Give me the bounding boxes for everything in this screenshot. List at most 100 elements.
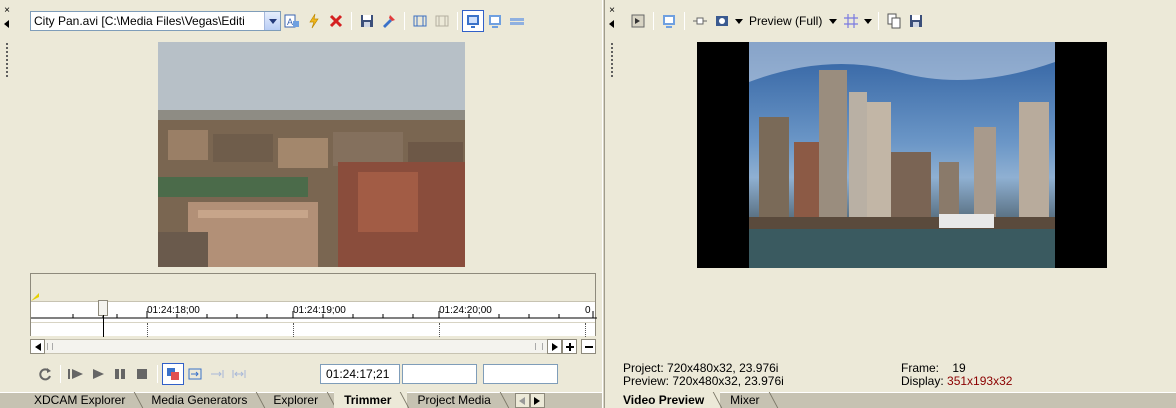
tab-label: Project Media [417, 393, 491, 407]
pause-icon[interactable] [109, 363, 131, 385]
timeline-track[interactable] [31, 315, 595, 337]
preview-value: 720x480x32, 23.976i [672, 374, 784, 388]
chevron-down-icon[interactable] [862, 10, 874, 32]
dock-arrow-icon[interactable] [609, 20, 614, 28]
properties-icon[interactable] [627, 10, 649, 32]
save-snapshot-icon[interactable] [905, 10, 927, 32]
toolbar-separator [60, 365, 61, 383]
tab-scroll-right-icon[interactable] [529, 393, 545, 408]
play-from-start-icon[interactable] [65, 363, 87, 385]
save-icon[interactable] [356, 10, 378, 32]
tab-scroll-left-icon[interactable] [514, 393, 530, 408]
toolbar-separator [351, 12, 352, 30]
add-up-to-cursor-icon [206, 363, 228, 385]
frame-value: 19 [952, 361, 966, 375]
frame-label: Frame: [901, 361, 940, 375]
timeline-ruler[interactable]: 01:24:18;00 01:24:19;00 01:24:20;00 0 [31, 300, 597, 322]
close-dock-icon[interactable]: × [607, 6, 617, 16]
toolbar-separator [684, 12, 685, 30]
scroll-track[interactable] [45, 339, 547, 354]
ruler-tick-label: 0 [585, 305, 591, 316]
toolbar-separator [404, 12, 405, 30]
zoom-out-icon[interactable] [581, 339, 596, 354]
tab-label: Trimmer [344, 393, 392, 407]
playhead-cursor[interactable] [103, 315, 104, 337]
video-preview-window: × Preview (Full) Project: 720x480x32, 23… [605, 0, 1176, 408]
chevron-down-icon[interactable] [826, 10, 840, 32]
loop-icon[interactable] [34, 363, 56, 385]
tab-label: Media Generators [151, 393, 248, 407]
scroll-right-icon[interactable] [547, 339, 562, 354]
project-value: 720x480x32, 23.976i [667, 361, 779, 375]
tab-mixer[interactable]: Mixer [720, 392, 778, 408]
trimmer-video-frame [158, 42, 465, 267]
ruler-tick-label: 01:24:19;00 [293, 305, 346, 316]
tab-xdcam-explorer[interactable]: XDCAM Explorer [8, 392, 144, 408]
toolbar-separator [653, 12, 654, 30]
svg-text:A: A [287, 17, 293, 27]
playhead-handle[interactable] [98, 300, 108, 316]
grip-handle[interactable] [5, 42, 9, 78]
toolbar-separator [457, 12, 458, 30]
flash-icon[interactable] [303, 10, 325, 32]
play-icon[interactable] [87, 363, 109, 385]
grid-line [585, 323, 586, 337]
zoom-in-icon[interactable] [562, 339, 577, 354]
toolbar-separator [878, 12, 880, 30]
video-fx-icon[interactable] [689, 10, 711, 32]
media-combo-value: City Pan.avi [C:\Media Files\Vegas\Editi [34, 14, 245, 28]
grid-line [293, 323, 294, 337]
timeline-region-bar[interactable] [31, 274, 595, 302]
grid-line [439, 323, 440, 337]
selection-end-field[interactable] [483, 364, 558, 384]
preview-video-frame [697, 42, 1107, 268]
tab-project-media[interactable]: Project Media [407, 392, 510, 408]
tag-icon[interactable] [378, 10, 400, 32]
scroll-thumb[interactable] [47, 343, 53, 350]
fit-region-icon[interactable] [409, 10, 431, 32]
stop-icon[interactable] [131, 363, 153, 385]
tab-trimmer[interactable]: Trimmer [334, 392, 410, 408]
chevron-down-icon[interactable] [733, 10, 745, 32]
preview-toolbar: Preview (Full) [627, 10, 927, 32]
add-to-timeline-icon[interactable] [184, 363, 206, 385]
tab-label: Explorer [273, 393, 319, 407]
tab-label: XDCAM Explorer [34, 393, 126, 407]
split-screen-icon[interactable] [711, 10, 733, 32]
preview-quality-dropdown[interactable]: Preview (Full) [745, 14, 826, 28]
audio-channels-icon[interactable] [506, 10, 528, 32]
trimmer-timeline[interactable]: 01:24:18;00 01:24:19;00 01:24:20;00 0 [30, 273, 597, 337]
right-tab-bar: Video Preview Mixer [605, 392, 1176, 408]
dock-arrow-icon[interactable] [4, 20, 9, 28]
display-label: Display: [901, 374, 944, 388]
marker-icon [31, 293, 39, 301]
display-info: Display: 351x193x32 [901, 375, 1012, 388]
trimmer-toolbar: City Pan.avi [C:\Media Files\Vegas\Editi… [30, 10, 528, 32]
close-dock-icon[interactable]: × [2, 6, 12, 16]
selection-length-field[interactable] [402, 364, 477, 384]
fit-to-fill-icon [228, 363, 250, 385]
chevron-down-icon[interactable] [264, 12, 280, 30]
preview-label: Preview: [623, 374, 670, 388]
scroll-left-icon[interactable] [30, 339, 45, 354]
copy-snapshot-icon[interactable] [883, 10, 905, 32]
monitor-icon[interactable] [462, 10, 484, 32]
display-value: 351x193x32 [947, 374, 1013, 388]
tab-explorer[interactable]: Explorer [263, 392, 337, 408]
grip-handle[interactable] [610, 42, 614, 78]
overlays-grid-icon[interactable] [840, 10, 862, 32]
ruler-tick-label: 01:24:18;00 [147, 305, 200, 316]
timeline-scrollbar[interactable] [30, 339, 596, 354]
preview-info: Preview: 720x480x32, 23.976i [623, 375, 784, 388]
external-monitor-icon[interactable] [658, 10, 680, 32]
tab-media-generators[interactable]: Media Generators [141, 392, 266, 408]
delete-icon[interactable] [325, 10, 347, 32]
tab-video-preview[interactable]: Video Preview [605, 392, 723, 408]
overwrite-icon[interactable] [162, 363, 184, 385]
external-monitor-icon[interactable] [484, 10, 506, 32]
timecode-display[interactable]: 01:24:17;21 [320, 364, 400, 384]
media-combo[interactable]: City Pan.avi [C:\Media Files\Vegas\Editi [30, 11, 281, 31]
city-pan-frame-image [158, 42, 465, 267]
toolbar-separator [157, 365, 158, 383]
auto-preview-icon[interactable]: A [281, 10, 303, 32]
